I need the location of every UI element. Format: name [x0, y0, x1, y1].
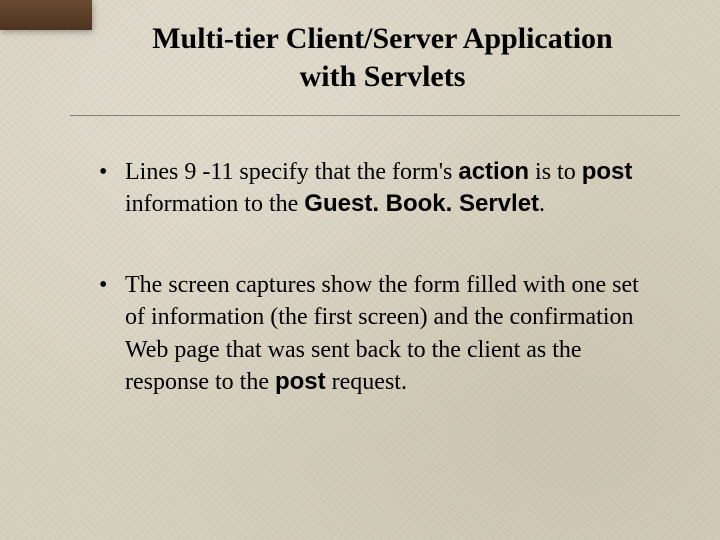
bold-text: Guest. Book. Servlet: [304, 190, 539, 217]
list-item: Lines 9 -11 specify that the form's acti…: [95, 156, 640, 221]
text: .: [539, 191, 545, 217]
bold-text: action: [458, 158, 529, 185]
corner-tab: [0, 0, 92, 30]
bullet-list: Lines 9 -11 specify that the form's acti…: [95, 156, 640, 398]
slide-body: Lines 9 -11 specify that the form's acti…: [0, 116, 720, 398]
bold-text: post: [275, 368, 326, 395]
title-line-2: with Servlets: [300, 60, 466, 93]
text: Lines 9 -11 specify that the form's: [125, 159, 458, 185]
slide: Multi-tier Client/Server Application wit…: [0, 0, 720, 540]
text: request.: [326, 369, 407, 395]
text: information to the: [125, 191, 304, 217]
list-item: The screen captures show the form filled…: [95, 269, 640, 399]
title-line-1: Multi-tier Client/Server Application: [152, 22, 613, 55]
title-block: Multi-tier Client/Server Application wit…: [0, 0, 720, 105]
slide-title: Multi-tier Client/Server Application wit…: [115, 20, 650, 95]
text: is to: [529, 159, 582, 185]
bold-text: post: [582, 158, 633, 185]
